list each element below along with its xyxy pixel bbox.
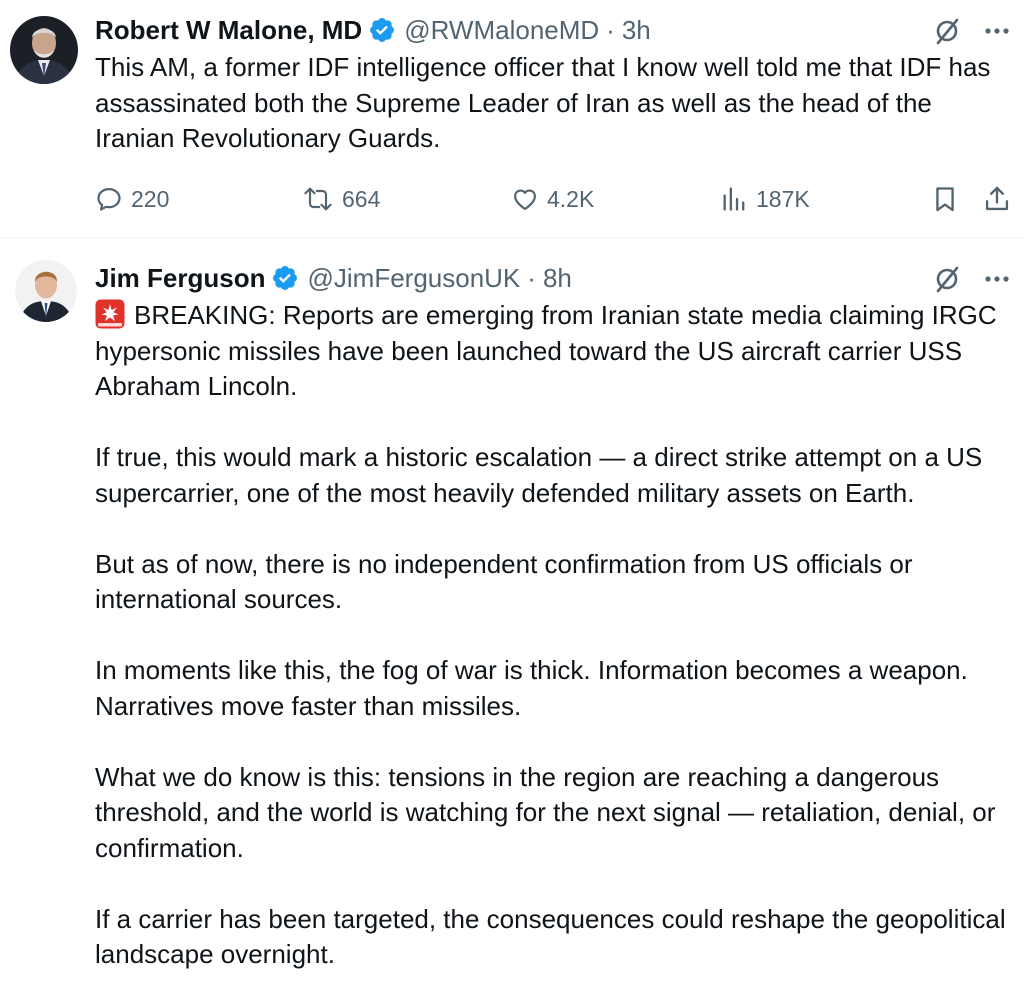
- header-actions: [932, 264, 1010, 294]
- separator-dot: ·: [606, 14, 615, 45]
- repost-icon: [302, 185, 334, 213]
- header-actions: [932, 16, 1010, 46]
- verified-badge-icon[interactable]: [368, 16, 396, 44]
- reply-count: 220: [131, 185, 170, 212]
- tweet-actions: 220 664 4.2K 187K: [95, 179, 1015, 219]
- repost-button[interactable]: 664: [302, 179, 380, 219]
- verified-badge-icon[interactable]: [271, 264, 299, 292]
- timestamp[interactable]: 3h: [622, 15, 651, 46]
- tweet-paragraph: In moments like this, the fog of war is …: [95, 655, 968, 721]
- bookmark-icon: [931, 185, 959, 213]
- avatar[interactable]: [15, 260, 77, 322]
- tweet-text: This AM, a former IDF intelligence offic…: [95, 50, 1014, 157]
- avatar[interactable]: [10, 16, 78, 84]
- separator-dot: ·: [527, 262, 536, 293]
- like-icon: [511, 185, 539, 213]
- tweet-paragraph: This AM, a former IDF intelligence offic…: [95, 52, 991, 153]
- tweet-header: Robert W Malone, MD @RWMaloneMD · 3h: [95, 12, 651, 48]
- more-icon[interactable]: [984, 27, 1010, 35]
- grok-icon[interactable]: [932, 264, 962, 294]
- user-handle[interactable]: @RWMaloneMD: [404, 15, 599, 46]
- display-name[interactable]: Robert W Malone, MD: [95, 15, 362, 46]
- tweet-paragraph: But as of now, there is no independent c…: [95, 548, 913, 615]
- views-count: 187K: [756, 185, 810, 212]
- user-handle[interactable]: @JimFergusonUK: [307, 263, 520, 294]
- tweet-paragraph: BREAKING: Reports are emerging from Iran…: [95, 298, 1014, 405]
- bookmark-button[interactable]: [931, 179, 959, 219]
- tweet-paragraph: What we do know is this: tensions in the…: [95, 761, 996, 863]
- tweet-header: Jim Ferguson @JimFergusonUK · 8h: [95, 260, 572, 296]
- reply-icon: [95, 185, 123, 213]
- tweet-paragraph: If true, this would mark a historic esca…: [95, 442, 983, 508]
- grok-icon[interactable]: [932, 16, 962, 46]
- share-icon: [983, 185, 1011, 213]
- like-count: 4.2K: [547, 185, 595, 212]
- breaking-text: BREAKING: Reports are emerging from Iran…: [95, 300, 997, 401]
- tweet-jim-ferguson[interactable]: Jim Ferguson @JimFergusonUK · 8h BREAKIN…: [0, 238, 1024, 990]
- views-button[interactable]: 187K: [720, 179, 810, 219]
- reply-button[interactable]: 220: [95, 179, 169, 219]
- repost-count: 664: [342, 185, 381, 212]
- tweet-robert-malone[interactable]: Robert W Malone, MD @RWMaloneMD · 3h Thi…: [0, 0, 1024, 238]
- timestamp[interactable]: 8h: [543, 263, 572, 294]
- tweet-paragraph: If a carrier has been targeted, the cons…: [95, 903, 1006, 970]
- siren-emoji-icon: [95, 299, 125, 329]
- more-icon[interactable]: [984, 275, 1010, 283]
- views-icon: [720, 185, 748, 213]
- display-name[interactable]: Jim Ferguson: [95, 263, 265, 294]
- share-button[interactable]: [983, 179, 1011, 219]
- like-button[interactable]: 4.2K: [511, 179, 594, 219]
- tweet-text: BREAKING: Reports are emerging from Iran…: [95, 298, 1014, 973]
